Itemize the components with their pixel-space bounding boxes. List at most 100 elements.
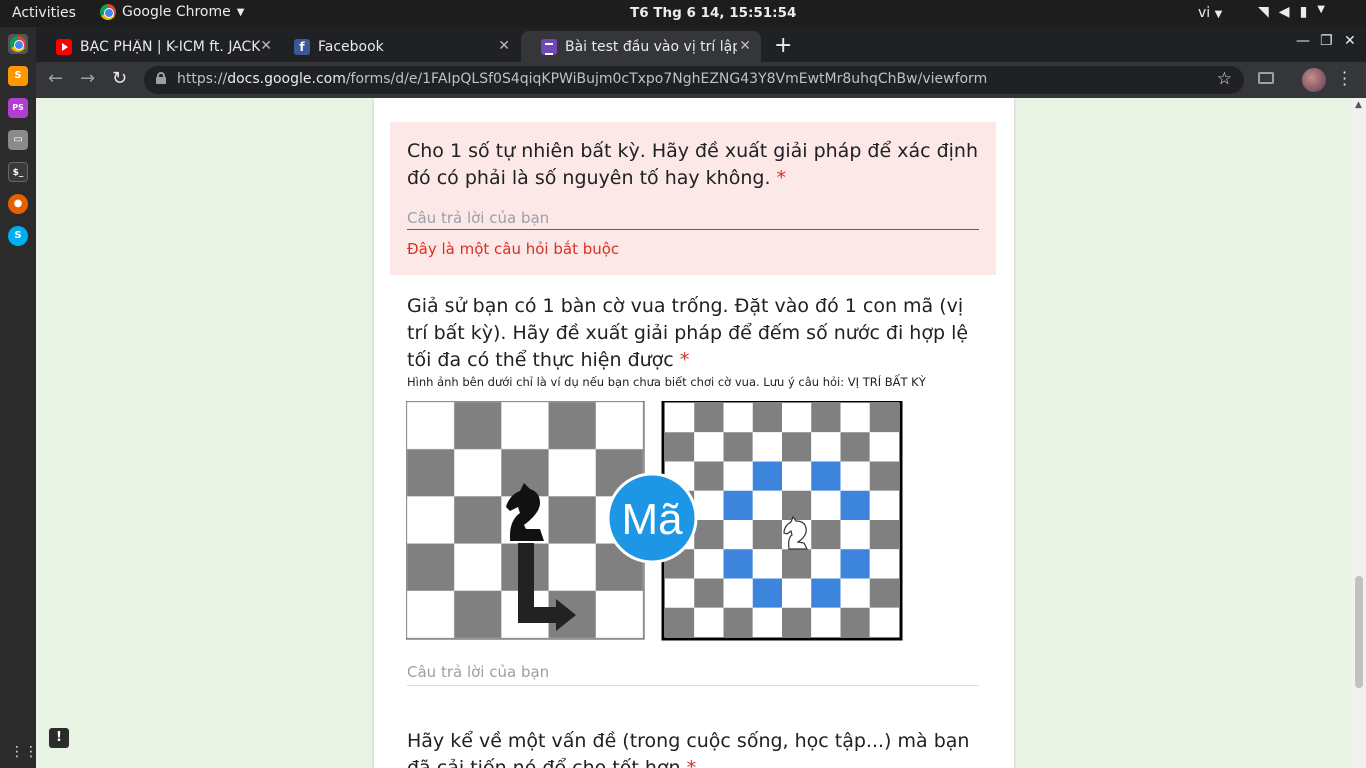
close-icon[interactable]: ✕ (260, 38, 272, 54)
board-square (752, 549, 782, 579)
board-square (840, 520, 870, 550)
app-name: Google Chrome (122, 4, 231, 20)
tab-title: Facebook (318, 38, 384, 55)
language-indicator[interactable]: vi ▼ (1198, 5, 1222, 21)
board-square (840, 432, 870, 462)
board-square (869, 607, 899, 637)
chrome-launcher-icon[interactable] (8, 34, 28, 54)
board-square (453, 543, 502, 592)
profile-avatar[interactable] (1302, 68, 1326, 92)
board-square (694, 432, 724, 462)
lock-icon[interactable] (156, 72, 166, 84)
show-applications-icon[interactable]: ⋮⋮ (10, 744, 38, 760)
sublime-text-icon[interactable]: S (8, 66, 28, 86)
board-square (694, 549, 724, 579)
knight-move-square (811, 461, 841, 491)
files-icon[interactable]: ▭ (8, 130, 28, 150)
board-square (694, 403, 724, 433)
board-square (811, 520, 841, 550)
bookmark-star-icon[interactable]: ☆ (1217, 69, 1232, 89)
board-square (723, 578, 753, 608)
answer-input[interactable]: Câu trả lời của bạn (407, 209, 549, 227)
address-bar[interactable]: https://docs.google.com/forms/d/e/1FAIpQ… (144, 66, 1244, 94)
menu-icon[interactable]: · · · (1342, 65, 1347, 93)
board-square (406, 590, 455, 639)
board-square (595, 590, 644, 639)
wifi-icon: ◥ (1258, 4, 1269, 20)
scrollbar-thumb[interactable] (1355, 576, 1363, 688)
feedback-icon[interactable]: ! (49, 728, 69, 748)
chrome-icon (100, 4, 116, 20)
board-square (869, 403, 899, 433)
close-window-icon[interactable]: ✕ (1344, 33, 1356, 49)
system-status-menu[interactable]: ◥ ◀ ▮ ▼ (1258, 4, 1325, 20)
board-square (840, 461, 870, 491)
tab-title: Bài test đầu vào vị trí lập trình (565, 38, 737, 55)
page-scrollbar[interactable]: ▲ (1352, 98, 1366, 768)
volume-icon: ◀ (1278, 4, 1290, 20)
required-mark: * (686, 757, 697, 768)
back-icon[interactable]: ← (48, 68, 63, 89)
question-title: Hãy kể về một vấn đề (trong cuộc sống, h… (407, 728, 987, 768)
board-square (869, 578, 899, 608)
board-square (752, 520, 782, 550)
tab-strip: BẠC PHẬN | K-ICM ft. JACK ✕ f Facebook ✕… (36, 27, 1366, 62)
skype-icon[interactable]: S (8, 226, 28, 246)
chevron-down-icon: ▼ (236, 6, 245, 18)
chevron-down-icon: ▼ (1214, 9, 1223, 20)
board-square (782, 432, 812, 462)
system-top-bar: Activities Google Chrome ▼ T6 Thg 6 14, … (0, 0, 1366, 27)
scroll-up-icon[interactable]: ▲ (1355, 100, 1362, 110)
tab-title: BẠC PHẬN | K-ICM ft. JACK (80, 38, 260, 55)
board-square (406, 543, 455, 592)
board-square (723, 403, 753, 433)
facebook-icon: f (294, 38, 310, 55)
tab-form[interactable]: Bài test đầu vào vị trí lập trình ✕ (521, 31, 761, 62)
screenshot-extension-icon[interactable] (1258, 72, 1274, 84)
terminal-icon[interactable]: $_ (8, 162, 28, 182)
question-description: Hình ảnh bên dưới chỉ là ví dụ nếu bạn c… (407, 375, 926, 389)
forward-icon[interactable]: → (80, 68, 95, 89)
minimize-icon[interactable]: — (1296, 33, 1310, 49)
board-square (869, 432, 899, 462)
tab-youtube[interactable]: BẠC PHẬN | K-ICM ft. JACK ✕ (36, 31, 282, 62)
board-square (752, 403, 782, 433)
clock[interactable]: T6 Thg 6 14, 15:51:54 (630, 5, 796, 21)
phpstorm-icon[interactable]: PS (8, 98, 28, 118)
board-square (840, 403, 870, 433)
board-square (723, 461, 753, 491)
knight-move-square (752, 461, 782, 491)
board-square (694, 490, 724, 520)
chevron-down-icon: ▼ (1317, 4, 1325, 15)
board-square (752, 607, 782, 637)
required-mark: * (776, 167, 787, 189)
answer-input[interactable]: Câu trả lời của bạn (407, 663, 549, 681)
knight-move-square (723, 490, 753, 520)
activities-button[interactable]: Activities (12, 5, 76, 21)
board-square (406, 496, 455, 544)
firefox-icon[interactable]: ● (8, 194, 28, 214)
board-square (665, 403, 695, 433)
board-square (548, 496, 597, 544)
board-square (548, 448, 597, 497)
board-square (811, 490, 841, 520)
knight-moves-image: Mã (406, 401, 903, 641)
board-square (811, 432, 841, 462)
board-square (665, 578, 695, 608)
question-prime-number: Cho 1 số tự nhiên bất kỳ. Hãy đề xuất gi… (390, 122, 996, 275)
url-host: docs.google.com (227, 71, 346, 87)
tab-facebook[interactable]: f Facebook ✕ (274, 31, 520, 62)
restore-icon[interactable]: ❐ (1320, 33, 1333, 49)
board-square (840, 578, 870, 608)
board-square (782, 607, 812, 637)
right-chessboard (661, 401, 903, 641)
new-tab-button[interactable]: + (774, 33, 792, 58)
url-text[interactable]: https://docs.google.com/forms/d/e/1FAIpQ… (177, 71, 987, 87)
board-square (665, 607, 695, 637)
reload-icon[interactable]: ↻ (112, 68, 127, 89)
form-card: Cho 1 số tự nhiên bất kỳ. Hãy đề xuất gi… (374, 98, 1014, 768)
close-icon[interactable]: ✕ (739, 38, 751, 54)
app-menu[interactable]: Google Chrome ▼ (100, 4, 244, 20)
close-icon[interactable]: ✕ (498, 38, 510, 54)
board-square (723, 520, 753, 550)
